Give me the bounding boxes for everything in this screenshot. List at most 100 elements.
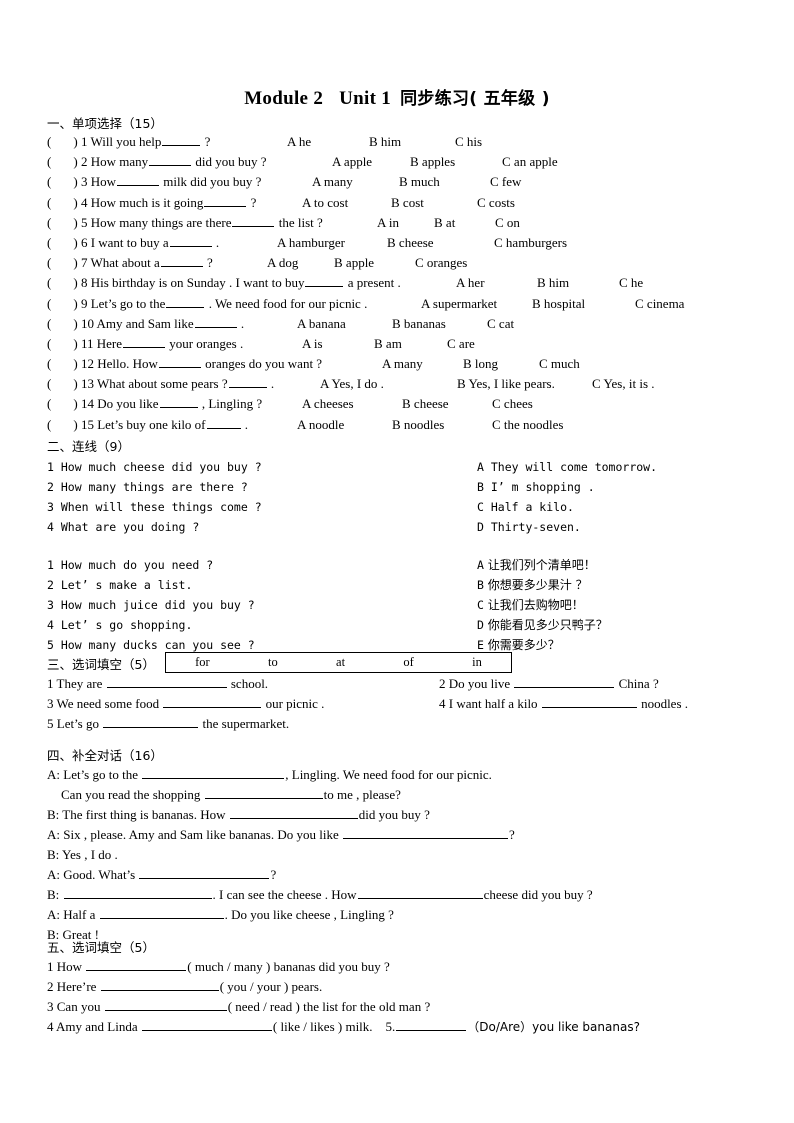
- mc-answer-bracket[interactable]: (): [47, 296, 78, 311]
- answer-blank[interactable]: [158, 356, 201, 369]
- mc-answer-bracket[interactable]: (): [47, 195, 78, 210]
- mc-option[interactable]: A supermarket: [421, 294, 497, 314]
- matching-right-item[interactable]: C 让我们去购物吧！: [477, 595, 584, 615]
- mc-option[interactable]: C cat: [487, 314, 514, 334]
- matching-left-item[interactable]: 4 Let’ s go shopping.: [47, 615, 192, 635]
- matching-right-item[interactable]: D Thirty-seven.: [477, 517, 581, 537]
- mc-option[interactable]: B Yes, I like pears.: [457, 374, 555, 394]
- answer-blank[interactable]: [166, 295, 205, 308]
- answer-blank[interactable]: [194, 316, 237, 328]
- answer-blank[interactable]: [229, 807, 358, 819]
- mc-option[interactable]: B apple: [334, 253, 374, 273]
- answer-blank[interactable]: [228, 376, 267, 389]
- mc-answer-bracket[interactable]: (): [47, 316, 78, 331]
- answer-blank[interactable]: [159, 396, 198, 409]
- answer-blank[interactable]: [149, 154, 192, 167]
- mc-option[interactable]: A many: [312, 172, 353, 192]
- matching-left-item[interactable]: 2 How many things are there ?: [47, 477, 248, 497]
- answer-blank[interactable]: [232, 215, 275, 227]
- matching-left-item[interactable]: 3 When will these things come ?: [47, 497, 262, 517]
- matching-right-item[interactable]: B 你想要多少果汁 ？: [477, 575, 588, 595]
- mc-option[interactable]: A hamburger: [277, 233, 345, 253]
- answer-blank[interactable]: [142, 767, 285, 779]
- mc-option[interactable]: C oranges: [415, 253, 467, 273]
- mc-option[interactable]: C costs: [477, 193, 515, 213]
- mc-option[interactable]: A apple: [332, 152, 372, 172]
- matching-left-item[interactable]: 3 How much juice did you buy ?: [47, 595, 255, 615]
- mc-option[interactable]: B long: [463, 354, 498, 374]
- answer-blank[interactable]: [104, 999, 227, 1011]
- mc-option[interactable]: C Yes, it is .: [592, 374, 655, 394]
- answer-blank[interactable]: [86, 959, 187, 971]
- mc-option[interactable]: A is: [302, 334, 323, 354]
- mc-option[interactable]: B am: [374, 334, 402, 354]
- mc-option[interactable]: A dog: [267, 253, 298, 273]
- mc-option[interactable]: A to cost: [302, 193, 348, 213]
- answer-blank[interactable]: [163, 696, 262, 708]
- mc-option[interactable]: C hamburgers: [494, 233, 567, 253]
- mc-option[interactable]: C are: [447, 334, 475, 354]
- matching-right-item[interactable]: D 你能看见多少只鸭子？: [477, 615, 608, 635]
- mc-option[interactable]: A in: [377, 213, 399, 233]
- mc-option[interactable]: B cheese: [387, 233, 434, 253]
- word-bank-word[interactable]: for: [195, 655, 210, 670]
- matching-left-item[interactable]: 2 Let’ s make a list.: [47, 575, 192, 595]
- mc-option[interactable]: B him: [537, 273, 569, 293]
- answer-blank[interactable]: [141, 1019, 272, 1031]
- answer-blank[interactable]: [122, 336, 165, 348]
- mc-answer-bracket[interactable]: (): [47, 396, 78, 411]
- matching-right-item[interactable]: C Half a kilo.: [477, 497, 574, 517]
- matching-right-item[interactable]: A 让我们列个清单吧！: [477, 555, 596, 575]
- mc-answer-bracket[interactable]: (): [47, 275, 78, 290]
- mc-option[interactable]: C much: [539, 354, 580, 374]
- answer-blank[interactable]: [63, 887, 212, 899]
- mc-option[interactable]: C the noodles: [492, 415, 564, 435]
- mc-option[interactable]: A many: [382, 354, 423, 374]
- answer-blank[interactable]: [204, 195, 247, 207]
- mc-answer-bracket[interactable]: (): [47, 154, 78, 169]
- mc-answer-bracket[interactable]: (): [47, 255, 78, 270]
- mc-option[interactable]: C on: [495, 213, 520, 233]
- mc-answer-bracket[interactable]: (): [47, 336, 78, 351]
- mc-option[interactable]: B cost: [391, 193, 424, 213]
- answer-blank[interactable]: [139, 867, 270, 879]
- mc-option[interactable]: B apples: [410, 152, 455, 172]
- answer-blank[interactable]: [396, 1019, 467, 1031]
- word-bank-word[interactable]: of: [403, 655, 413, 670]
- answer-blank[interactable]: [305, 275, 344, 288]
- mc-option[interactable]: C his: [455, 132, 482, 152]
- mc-answer-bracket[interactable]: (): [47, 356, 78, 371]
- matching-right-item[interactable]: B I’ m shopping .: [477, 477, 595, 497]
- mc-option[interactable]: A Yes, I do .: [320, 374, 384, 394]
- answer-blank[interactable]: [357, 887, 483, 899]
- mc-option[interactable]: A cheeses: [302, 394, 354, 414]
- mc-option[interactable]: A banana: [297, 314, 346, 334]
- answer-blank[interactable]: [169, 235, 212, 247]
- answer-blank[interactable]: [160, 255, 203, 268]
- answer-blank[interactable]: [106, 676, 227, 688]
- answer-blank[interactable]: [116, 174, 159, 187]
- matching-right-item[interactable]: A They will come tomorrow.: [477, 457, 657, 477]
- mc-option[interactable]: A her: [456, 273, 485, 293]
- matching-left-item[interactable]: 1 How much do you need ?: [47, 555, 213, 575]
- mc-answer-bracket[interactable]: (): [47, 215, 78, 230]
- word-bank-word[interactable]: at: [336, 655, 345, 670]
- mc-answer-bracket[interactable]: (): [47, 235, 78, 250]
- mc-option[interactable]: C he: [619, 273, 643, 293]
- answer-blank[interactable]: [204, 787, 323, 799]
- answer-blank[interactable]: [514, 676, 615, 688]
- mc-option[interactable]: B bananas: [392, 314, 446, 334]
- mc-option[interactable]: C an apple: [502, 152, 558, 172]
- answer-blank[interactable]: [206, 417, 241, 429]
- word-bank-word[interactable]: in: [472, 655, 482, 670]
- answer-blank[interactable]: [541, 696, 637, 708]
- mc-option[interactable]: B hospital: [532, 294, 585, 314]
- mc-answer-bracket[interactable]: (): [47, 417, 78, 432]
- mc-option[interactable]: C cinema: [635, 294, 684, 314]
- mc-option[interactable]: B cheese: [402, 394, 449, 414]
- mc-option[interactable]: A he: [287, 132, 311, 152]
- mc-option[interactable]: C chees: [492, 394, 533, 414]
- word-bank-word[interactable]: to: [268, 655, 278, 670]
- matching-left-item[interactable]: 1 How much cheese did you buy ?: [47, 457, 262, 477]
- mc-option[interactable]: B much: [399, 172, 440, 192]
